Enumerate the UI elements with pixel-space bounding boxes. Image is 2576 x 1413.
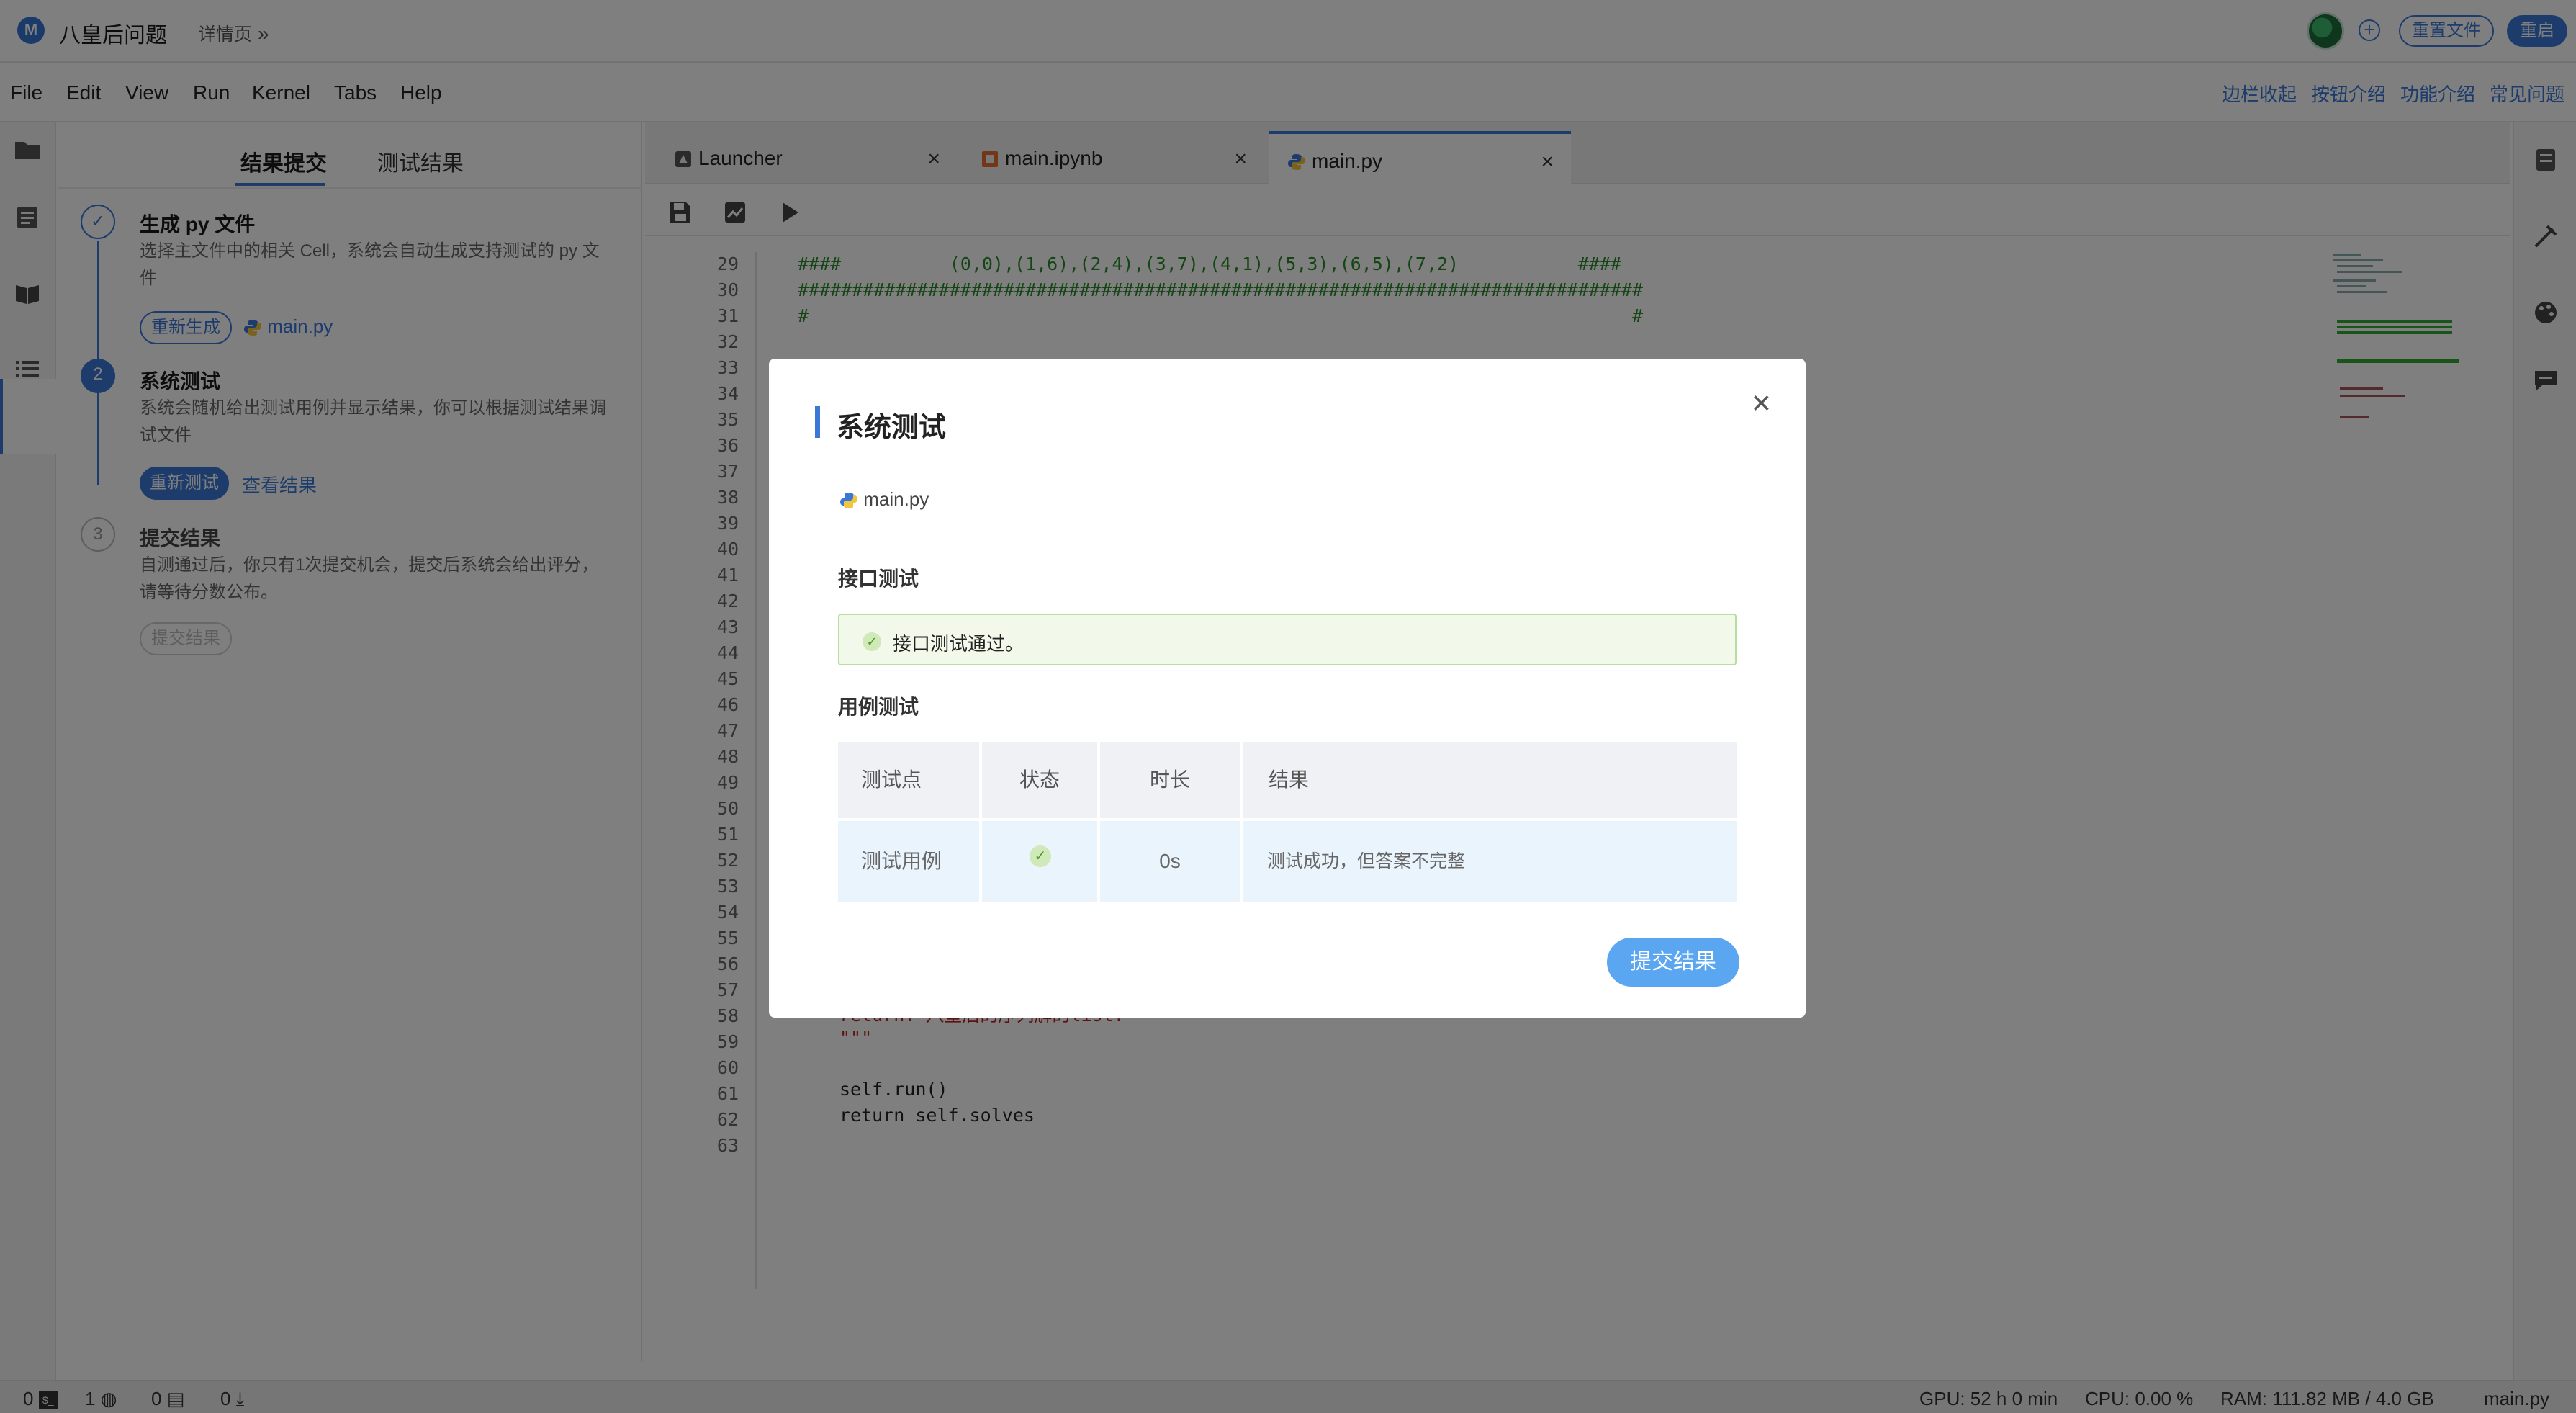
- cell-test-point: 测试用例: [838, 821, 979, 902]
- dialog-title: 系统测试: [837, 413, 947, 443]
- cell-result: 测试成功，但答案不完整: [1243, 821, 1737, 902]
- success-check-icon: ✓: [1030, 845, 1051, 867]
- tested-file: main.py: [839, 488, 929, 511]
- check-circle-icon: ✓: [863, 632, 881, 651]
- system-test-dialog: 系统测试 × main.py 接口测试 ✓ 接口测试通过。 用例测试 测试点 状…: [769, 359, 1806, 1018]
- title-accent-bar: [815, 406, 820, 438]
- case-test-label: 用例测试: [838, 696, 919, 718]
- python-icon: [840, 493, 857, 509]
- column-header-test-point: 测试点: [838, 742, 979, 818]
- interface-test-result: ✓ 接口测试通过。: [838, 614, 1737, 665]
- tested-file-name: main.py: [863, 488, 929, 510]
- column-header-status: 状态: [982, 742, 1097, 818]
- column-header-duration: 时长: [1100, 742, 1240, 818]
- cell-duration: 0s: [1100, 821, 1240, 902]
- interface-test-message: 接口测试通过。: [893, 633, 1024, 655]
- cell-status: ✓: [982, 821, 1097, 902]
- test-case-table: 测试点 状态 时长 结果 测试用例 ✓ 0s 测试成功，但答案不完整: [838, 742, 1737, 902]
- close-icon[interactable]: ×: [1752, 383, 1771, 422]
- column-header-result: 结果: [1243, 742, 1737, 818]
- submit-results-button[interactable]: 提交结果: [1607, 938, 1739, 987]
- interface-test-label: 接口测试: [838, 568, 919, 590]
